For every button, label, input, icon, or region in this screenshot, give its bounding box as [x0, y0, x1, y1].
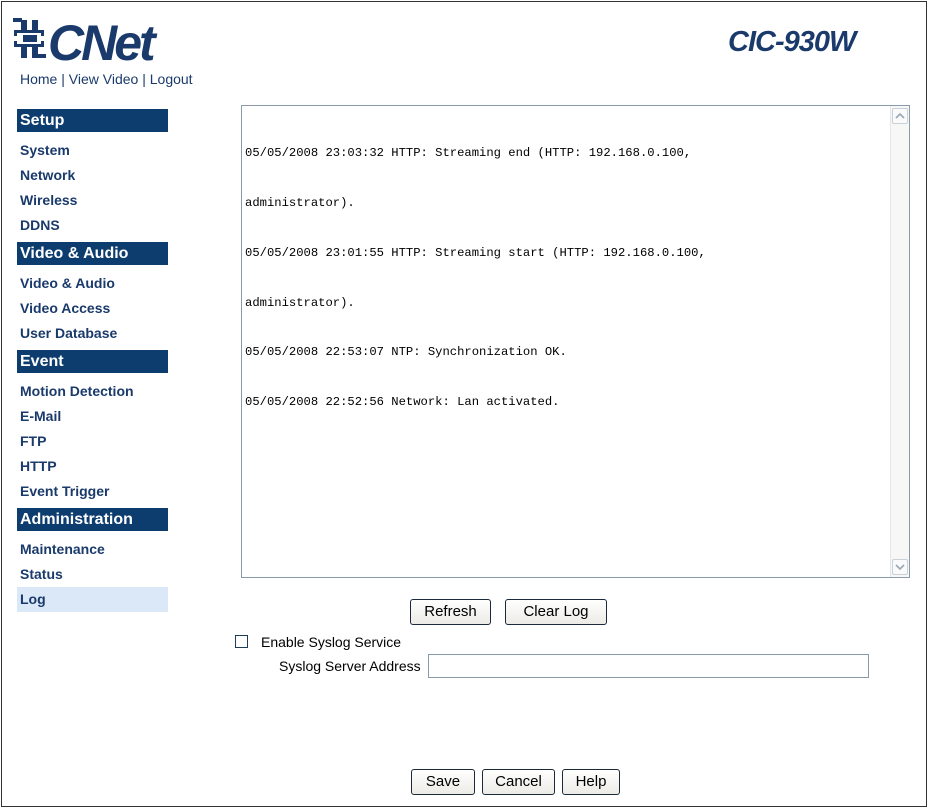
enable-syslog-label: Enable Syslog Service [261, 634, 402, 650]
model-name: CIC-930W [728, 26, 856, 58]
sidebar-item-ftp[interactable]: FTP [17, 429, 168, 454]
section-header-event: Event [17, 350, 168, 373]
sidebar-item-video-access[interactable]: Video Access [17, 296, 168, 321]
log-line: administrator). [245, 295, 355, 310]
section-header-video-audio: Video & Audio [17, 242, 168, 265]
view-video-link[interactable]: View Video [69, 71, 139, 87]
sidebar-item-event-trigger[interactable]: Event Trigger [17, 479, 168, 504]
sidebar-item-log[interactable]: Log [17, 587, 168, 612]
sidebar-item-maintenance[interactable]: Maintenance [17, 537, 168, 562]
log-line: 05/05/2008 23:01:55 HTTP: Streaming star… [245, 245, 706, 260]
separator: | [57, 71, 69, 87]
log-textarea[interactable]: 05/05/2008 23:03:32 HTTP: Streaming end … [241, 105, 910, 578]
syslog-server-label: Syslog Server Address [279, 658, 421, 674]
cnet-logo: CNet [12, 10, 192, 71]
sidebar-item-wireless[interactable]: Wireless [17, 188, 168, 213]
sidebar-item-user-database[interactable]: User Database [17, 321, 168, 346]
scroll-down-arrow-icon[interactable] [892, 559, 908, 575]
sidebar-item-ddns[interactable]: DDNS [17, 213, 168, 238]
log-line: administrator). [245, 195, 355, 210]
log-line: 05/05/2008 22:52:56 Network: Lan activat… [245, 395, 560, 410]
enable-syslog-checkbox[interactable] [235, 635, 248, 648]
logout-link[interactable]: Logout [150, 71, 193, 87]
syslog-server-input[interactable] [428, 654, 869, 678]
log-scrollbar[interactable] [890, 106, 909, 577]
sidebar-item-motion-detection[interactable]: Motion Detection [17, 379, 168, 404]
sidebar-item-http[interactable]: HTTP [17, 454, 168, 479]
scroll-up-arrow-icon[interactable] [892, 108, 908, 124]
log-line: 05/05/2008 22:53:07 NTP: Synchronization… [245, 345, 567, 360]
sidebar-item-video-audio[interactable]: Video & Audio [17, 271, 168, 296]
sidebar-item-network[interactable]: Network [17, 163, 168, 188]
top-nav: Home | View Video | Logout [20, 71, 193, 87]
logo-wordmark: CNet [48, 15, 158, 68]
sidebar-item-status[interactable]: Status [17, 562, 168, 587]
section-header-setup: Setup [17, 109, 168, 132]
sidebar: Setup System Network Wireless DDNS Video… [17, 109, 168, 616]
log-line: 05/05/2008 23:03:32 HTTP: Streaming end … [245, 146, 692, 161]
help-button[interactable]: Help [562, 769, 620, 795]
home-link[interactable]: Home [20, 71, 57, 87]
sidebar-item-system[interactable]: System [17, 138, 168, 163]
separator: | [138, 71, 150, 87]
section-header-administration: Administration [17, 508, 168, 531]
clear-log-button[interactable]: Clear Log [505, 599, 607, 625]
sidebar-item-email[interactable]: E-Mail [17, 404, 168, 429]
cancel-button[interactable]: Cancel [482, 769, 555, 795]
refresh-button[interactable]: Refresh [410, 599, 491, 625]
save-button[interactable]: Save [411, 769, 475, 795]
log-text: 05/05/2008 23:03:32 HTTP: Streaming end … [245, 112, 885, 444]
